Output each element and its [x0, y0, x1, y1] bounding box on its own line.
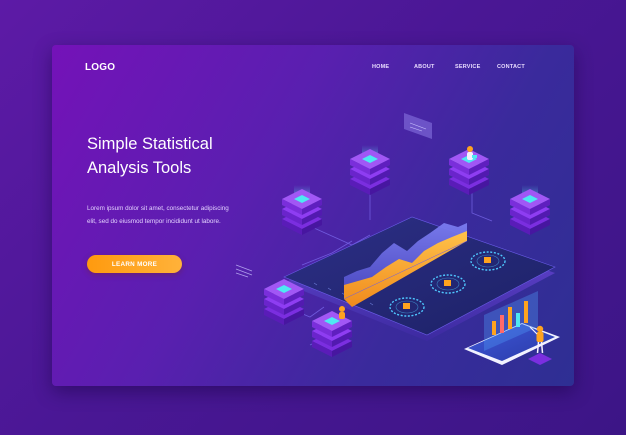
server-stack-icon [510, 185, 550, 235]
server-stack-icon [350, 145, 390, 195]
floating-panel-icon [404, 113, 432, 139]
analytics-illustration [235, 113, 560, 365]
server-stack-icon [312, 311, 352, 357]
person-icon [339, 306, 345, 319]
floating-lines-icon [235, 264, 253, 278]
landing-card: LOGO HOME ABOUT SERVICE CONTACT Simple S… [52, 45, 574, 386]
server-stack-icon [282, 185, 322, 235]
